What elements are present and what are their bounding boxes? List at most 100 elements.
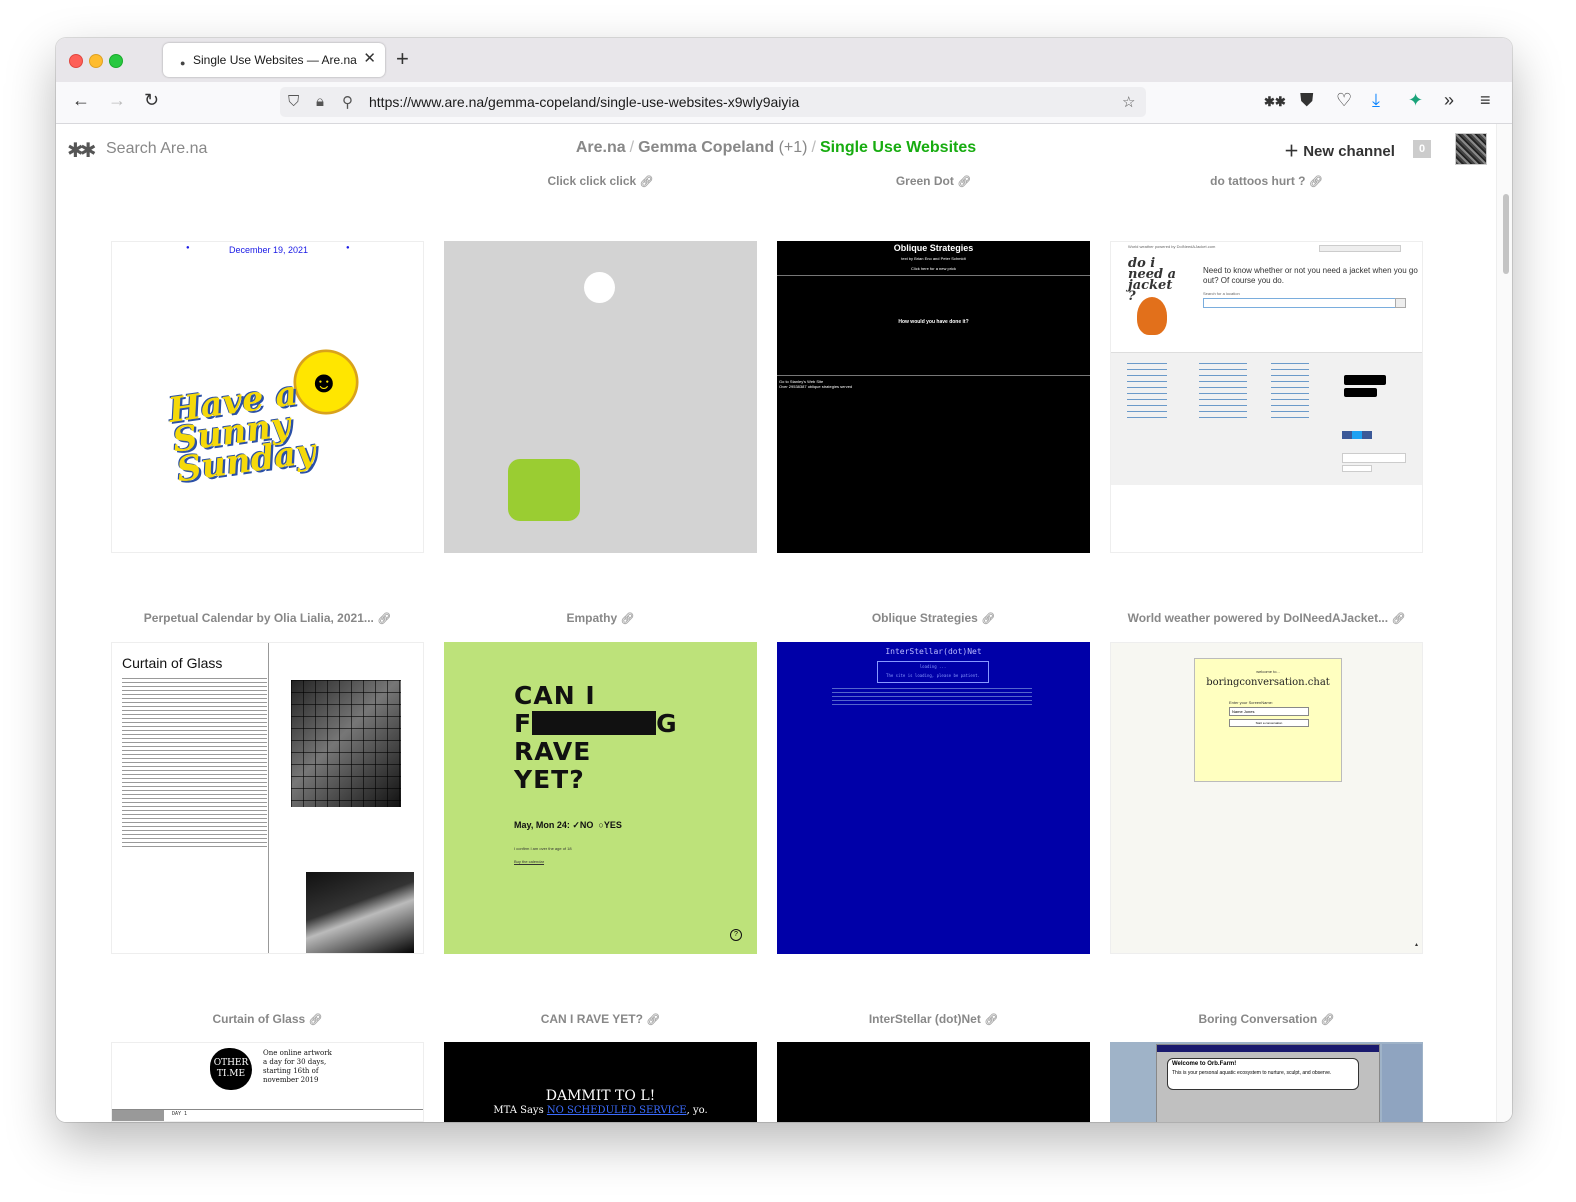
- page-scrollbar[interactable]: [1496, 124, 1512, 1122]
- jacket-question: Need to know whether or not you need a j…: [1203, 266, 1418, 285]
- more-tools-icon[interactable]: »: [1444, 90, 1454, 110]
- block-caption[interactable]: do tattoos hurt ? 🔗︎: [1110, 174, 1423, 188]
- block-boring-conversation[interactable]: welcome to... boringconversation.chat En…: [1110, 642, 1423, 954]
- rave-date: May, Mon 24:: [514, 820, 570, 830]
- rave-yes: YES: [603, 820, 622, 830]
- loading-text: loading ...: [919, 664, 947, 669]
- boring-title: boringconversation.chat: [1206, 677, 1330, 688]
- block-caption[interactable]: Green Dot 🔗︎: [777, 174, 1090, 188]
- menu-icon[interactable]: ≡: [1480, 90, 1491, 110]
- boring-welcome: welcome to...: [1256, 669, 1280, 674]
- block-caption[interactable]: Perpetual Calendar by Olia Lialia, 2021.…: [111, 611, 424, 625]
- orb-text: This is your personal aquatic ecosystem …: [1172, 1070, 1332, 1076]
- caption-text: Perpetual Calendar by Olia Lialia, 2021.…: [143, 611, 374, 625]
- caption-text: do tattoos hurt ?: [1210, 174, 1306, 188]
- bookmark-star-icon[interactable]: ☆: [1122, 93, 1135, 111]
- crumb-collaborator-count[interactable]: (+1): [779, 139, 808, 156]
- interstellar-title: InterStellar(dot)Net: [885, 647, 982, 656]
- close-tab-icon[interactable]: ✕: [363, 49, 376, 67]
- extension-icon[interactable]: ⛊: [1300, 90, 1314, 110]
- rave-no: NO: [579, 820, 594, 830]
- block-world-weather[interactable]: World weather powered by DoINeedAJacket.…: [1110, 241, 1423, 553]
- reload-icon[interactable]: ↻: [144, 90, 159, 110]
- block-curtain-of-glass[interactable]: Curtain of Glass: [111, 642, 424, 954]
- browser-window: ● Single Use Websites — Are.na ✕ + ← → ↻…: [56, 38, 1512, 1122]
- downloads-icon[interactable]: ⤓: [1372, 90, 1380, 110]
- shield-icon[interactable]: ⛉: [288, 93, 299, 110]
- block-empathy[interactable]: [444, 241, 757, 553]
- notification-badge[interactable]: 0: [1413, 140, 1431, 158]
- orb-toolbar: [1382, 1044, 1422, 1122]
- comment-input: [1342, 453, 1406, 463]
- lock-icon[interactable]: 🔒︎: [316, 93, 324, 110]
- crumb-user[interactable]: Gemma Copeland: [638, 139, 774, 156]
- extension-bird-icon[interactable]: ✦: [1408, 90, 1423, 110]
- block-black[interactable]: [777, 1042, 1090, 1122]
- caption-text: Empathy: [566, 611, 618, 625]
- block-caption[interactable]: Click click click 🔗︎: [444, 174, 757, 188]
- block-caption[interactable]: Curtain of Glass 🔗︎: [111, 1012, 424, 1026]
- boring-label: Enter your ScreenName:: [1229, 700, 1274, 705]
- side-block: [112, 1110, 164, 1121]
- link-icon: 🔗︎: [1308, 176, 1323, 188]
- forward-icon[interactable]: →: [108, 90, 126, 110]
- crumb-root[interactable]: Are.na: [576, 139, 626, 156]
- favicon-icon: ●: [180, 58, 186, 68]
- breadcrumb: Are.na / Gemma Copeland (+1) / Single Use We…: [575, 139, 977, 156]
- new-tab-icon[interactable]: +: [396, 46, 409, 72]
- mta-line: MTA Says NO SCHEDULED SERVICE, yo.: [444, 1105, 757, 1116]
- close-window-button[interactable]: [69, 54, 83, 68]
- link-icon: 🔗︎: [639, 176, 654, 188]
- cursor-icon: ▴: [1415, 942, 1419, 948]
- link-icon: 🔗︎: [981, 613, 996, 625]
- link-list: [1127, 363, 1167, 419]
- arena-extension-icon[interactable]: ✱✱: [1264, 92, 1286, 112]
- maximize-window-button[interactable]: [109, 54, 123, 68]
- block-mta[interactable]: DAMMIT TO L! MTA Says NO SCHEDULED SERVI…: [444, 1042, 757, 1122]
- curtain-title: Curtain of Glass: [122, 655, 223, 671]
- block-other-time[interactable]: OTHER TI.ME One online artwork a day for…: [111, 1042, 424, 1122]
- minimize-window-button[interactable]: [89, 54, 103, 68]
- calendar-dot: ●: [346, 245, 350, 251]
- block-caption[interactable]: Boring Conversation 🔗︎: [1110, 1012, 1423, 1026]
- block-interstellar[interactable]: InterStellar(dot)Net loading ... The sit…: [777, 642, 1090, 954]
- permissions-icon[interactable]: ⚲: [342, 93, 353, 111]
- block-caption[interactable]: InterStellar (dot)Net 🔗︎: [777, 1012, 1090, 1026]
- divider: [777, 375, 1090, 376]
- loading-box: loading ... The site is loading, please …: [877, 661, 989, 683]
- link-list: [1199, 363, 1247, 423]
- link-icon: 🔗︎: [984, 1014, 999, 1026]
- app-store-badge: [1344, 388, 1377, 397]
- block-perpetual-calendar[interactable]: December 19, 2021 ● ● ☻ Have a Sunny Sun…: [111, 241, 424, 553]
- mta-yo: , yo.: [686, 1105, 708, 1116]
- scrollbar-thumb[interactable]: [1503, 194, 1509, 274]
- block-can-i-rave-yet[interactable]: CAN I FG RAVE YET? May, Mon 24: ✓NO ○YES…: [444, 642, 757, 954]
- plus-icon: ＋: [1284, 143, 1300, 160]
- block-orb-farm[interactable]: Welcome to Orb.Farm! This is your person…: [1110, 1042, 1423, 1122]
- caption-text: Oblique Strategies: [871, 611, 978, 625]
- google-play-badge: [1344, 375, 1386, 385]
- glass-grid: [291, 680, 401, 807]
- calendar-date: December 19, 2021: [228, 245, 309, 255]
- crumb-channel[interactable]: Single Use Websites: [820, 139, 976, 156]
- oblique-click: Click here for a new prick: [911, 266, 956, 271]
- block-caption[interactable]: Empathy 🔗︎: [444, 611, 757, 625]
- oblique-footer: Over 29538387 oblique strategies served: [779, 384, 853, 389]
- title-bar: ● Single Use Websites — Are.na ✕ +: [56, 38, 1512, 82]
- url-bar[interactable]: ⛉ 🔒︎ ⚲ https://www.are.na/gemma-copeland…: [280, 87, 1146, 117]
- new-channel-button[interactable]: ＋ New channel: [1284, 140, 1395, 161]
- block-caption[interactable]: CAN I RAVE YET? 🔗︎: [444, 1012, 757, 1026]
- url-text[interactable]: https://www.are.na/gemma-copeland/single…: [369, 94, 799, 110]
- browser-tab[interactable]: ● Single Use Websites — Are.na ✕: [163, 43, 385, 77]
- orb-titlebar: [1157, 1045, 1379, 1052]
- block-caption[interactable]: World weather powered by DoINeedAJacket.…: [1110, 611, 1423, 625]
- block-caption[interactable]: Oblique Strategies 🔗︎: [777, 611, 1090, 625]
- pocket-icon[interactable]: ♡: [1336, 90, 1352, 110]
- block-oblique-strategies[interactable]: Oblique Strategies text by Brian Eno and…: [777, 241, 1090, 553]
- caption-text: Click click click: [547, 174, 637, 188]
- green-square: [508, 459, 580, 521]
- rave-line: YET?: [514, 765, 585, 794]
- screenname-input: Name Jones: [1229, 707, 1309, 716]
- avatar[interactable]: [1455, 133, 1487, 165]
- back-icon[interactable]: ←: [72, 90, 90, 110]
